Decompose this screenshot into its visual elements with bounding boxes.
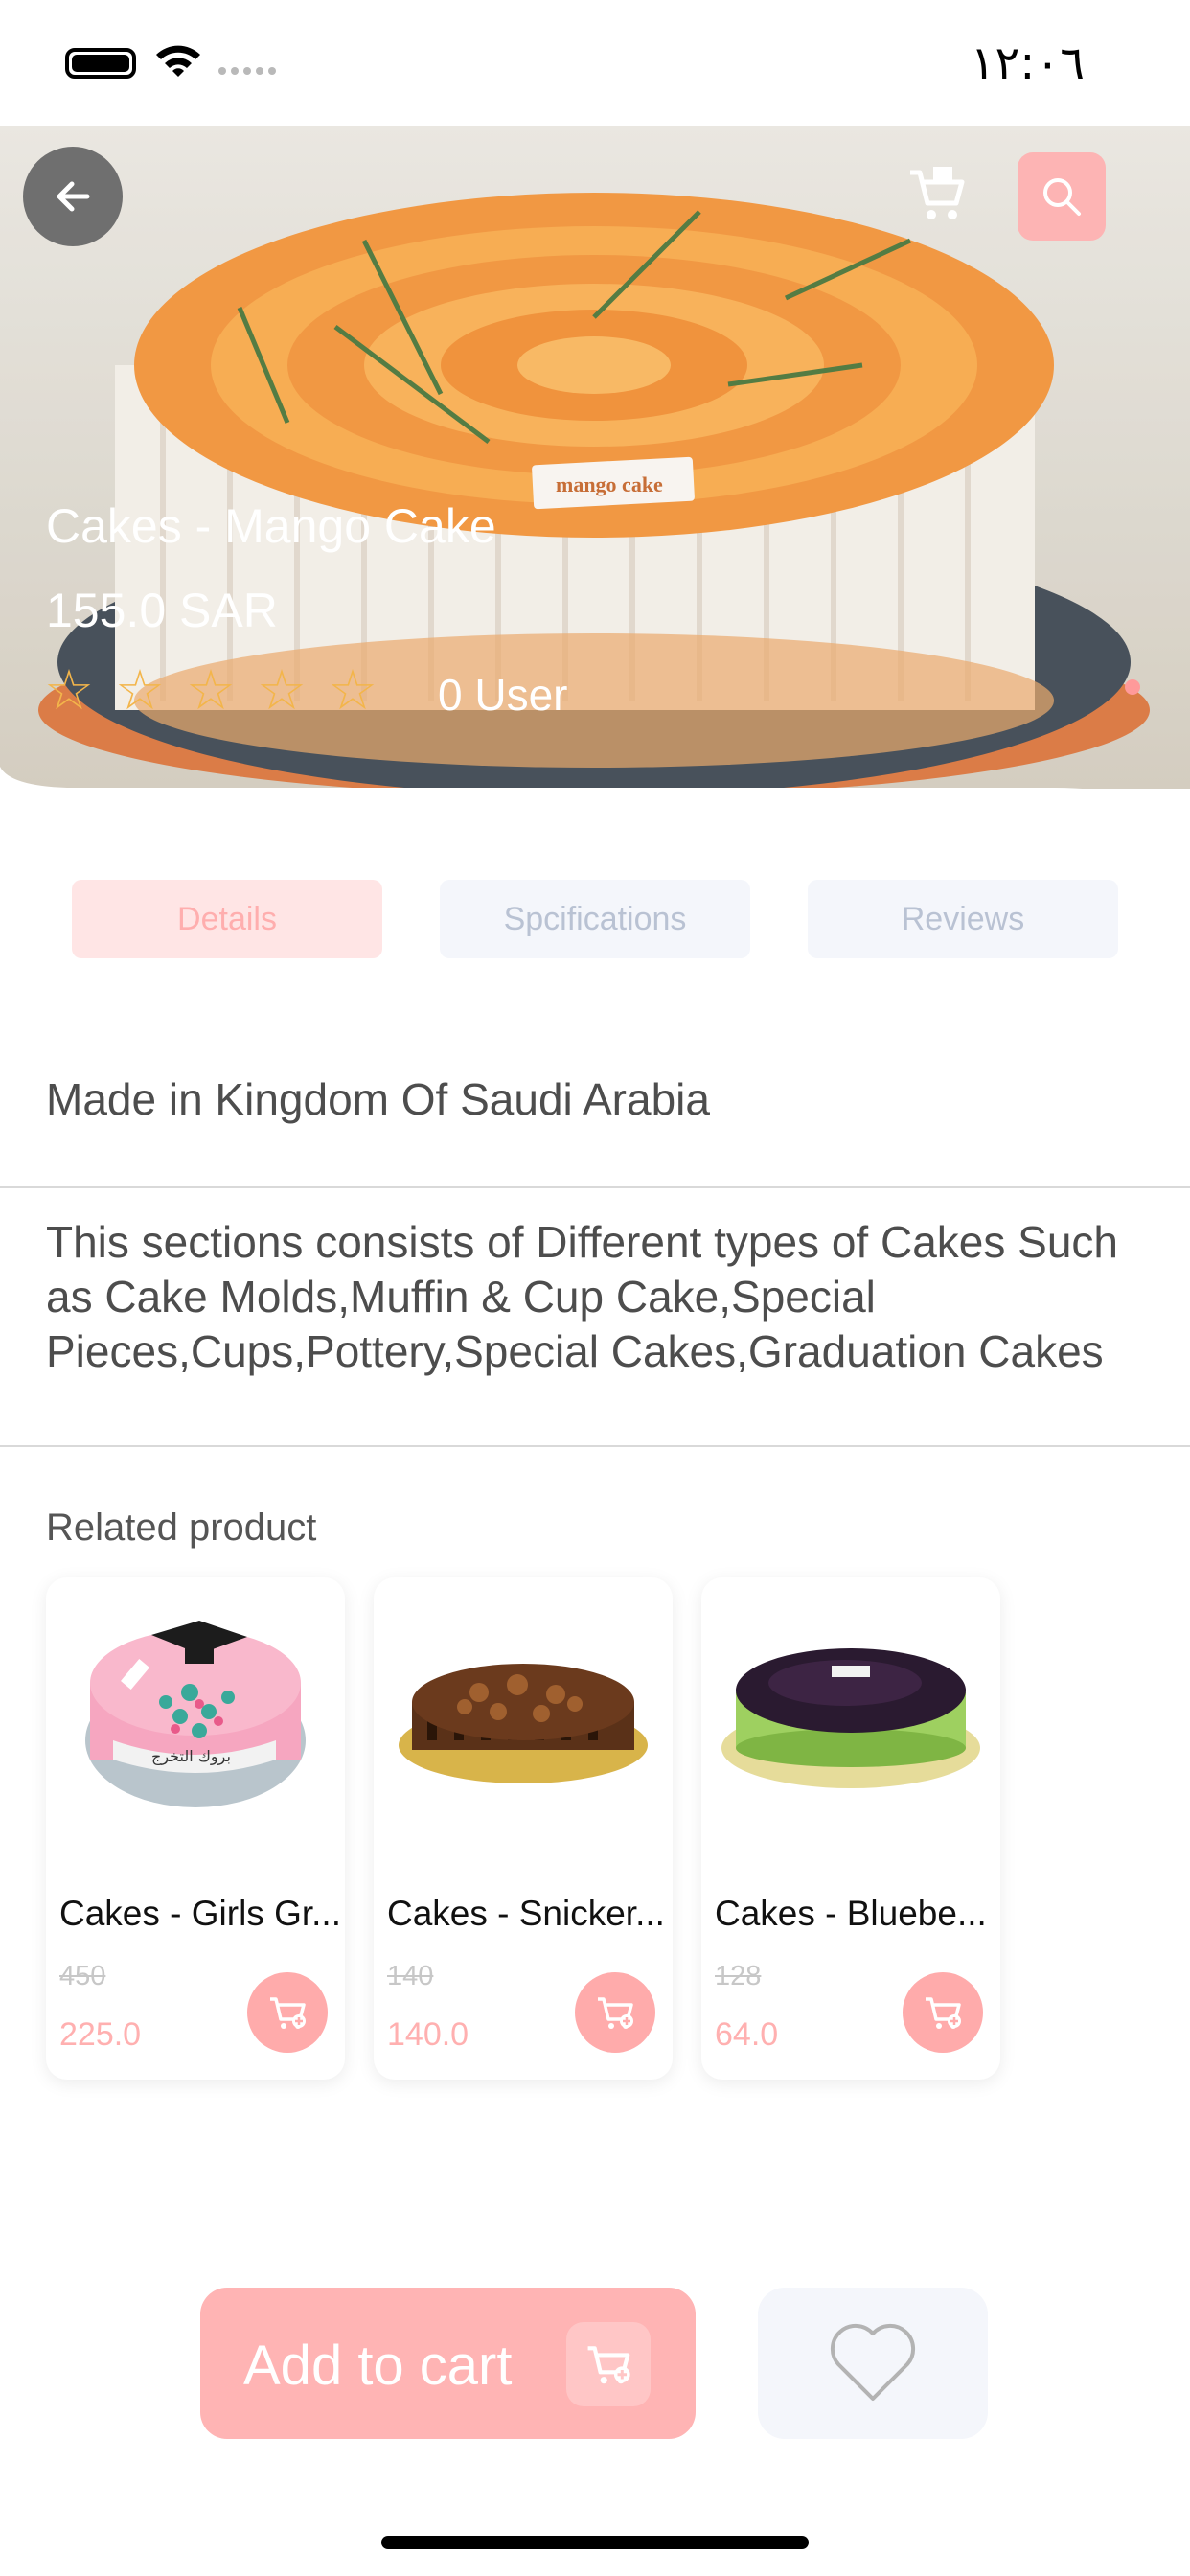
star-icon[interactable]: ☆ (186, 663, 236, 719)
snickers-cake-image (399, 1664, 648, 1783)
related-product-old-price: 128 (715, 1961, 762, 1991)
search-button[interactable] (1018, 152, 1106, 241)
related-products-title: Related product (46, 1506, 317, 1549)
product-description: This sections consists of Different type… (46, 1217, 1118, 1376)
home-indicator (381, 2536, 809, 2549)
related-product-price: 140.0 (387, 2016, 469, 2053)
battery-icon (65, 48, 136, 79)
rating-users-count: 0 User (438, 670, 568, 720)
add-to-cart-button[interactable] (247, 1972, 328, 2053)
back-button[interactable] (23, 147, 123, 246)
cart-icon[interactable] (906, 163, 968, 224)
cake-inscription: بروك التخرج (151, 1747, 231, 1766)
product-price: 155.0 SAR (46, 584, 278, 637)
add-to-cart-button[interactable] (903, 1972, 983, 2053)
image-page-indicator (1125, 679, 1140, 695)
wifi-icon (156, 45, 200, 77)
blueberry-cake-image (721, 1648, 980, 1788)
related-product-name: Cakes - Girls Gr... (59, 1894, 341, 1933)
rating-stars[interactable]: ☆ ☆ ☆ ☆ ☆ (44, 663, 378, 719)
cart-add-icon (598, 1997, 633, 2029)
tab-reviews[interactable]: Reviews (808, 880, 1118, 958)
cart-add-icon (270, 1997, 306, 2029)
related-product-name: Cakes - Snicker... (387, 1894, 665, 1933)
search-icon (1043, 178, 1081, 216)
related-product-old-price: 140 (387, 1961, 434, 1991)
add-to-cart-button[interactable] (575, 1972, 655, 2053)
star-icon[interactable]: ☆ (257, 663, 307, 719)
hero-curve (0, 767, 1190, 882)
status-time: ١٢:٠٦ (970, 36, 1085, 90)
divider (0, 1186, 1190, 1188)
related-product-card[interactable]: Cakes - Bluebe... 128 64.0 (701, 1577, 1000, 2080)
favorite-button[interactable] (758, 2288, 988, 2439)
product-origin: Made in Kingdom Of Saudi Arabia (46, 1074, 710, 1124)
related-product-card[interactable]: بروك التخرج Cakes - Girls Gr... 450 225.… (46, 1577, 345, 2080)
tab-specifications[interactable]: Spcifications (440, 880, 750, 958)
heart-icon (830, 2323, 916, 2401)
star-icon[interactable]: ☆ (44, 663, 94, 719)
related-product-old-price: 450 (59, 1961, 106, 1991)
arrow-left-icon (57, 181, 90, 212)
add-to-cart-label: Add to cart (243, 2334, 513, 2397)
star-icon[interactable]: ☆ (328, 663, 378, 719)
related-product-price: 64.0 (715, 2016, 779, 2053)
tab-details[interactable]: Details (72, 880, 382, 958)
related-product-price: 225.0 (59, 2016, 142, 2053)
divider (0, 1445, 1190, 1447)
star-icon[interactable]: ☆ (115, 663, 165, 719)
cart-add-icon (926, 1997, 961, 2029)
product-title: Cakes - Mango Cake (46, 499, 496, 553)
signal-icon (218, 67, 276, 75)
cart-add-icon (566, 2322, 651, 2406)
add-to-cart-main-button[interactable]: Add to cart (200, 2288, 696, 2439)
related-product-card[interactable]: Cakes - Snicker... 140 140.0 (374, 1577, 673, 2080)
related-product-name: Cakes - Bluebe... (715, 1894, 987, 1933)
graduation-cake-image: بروك التخرج (85, 1621, 306, 1807)
